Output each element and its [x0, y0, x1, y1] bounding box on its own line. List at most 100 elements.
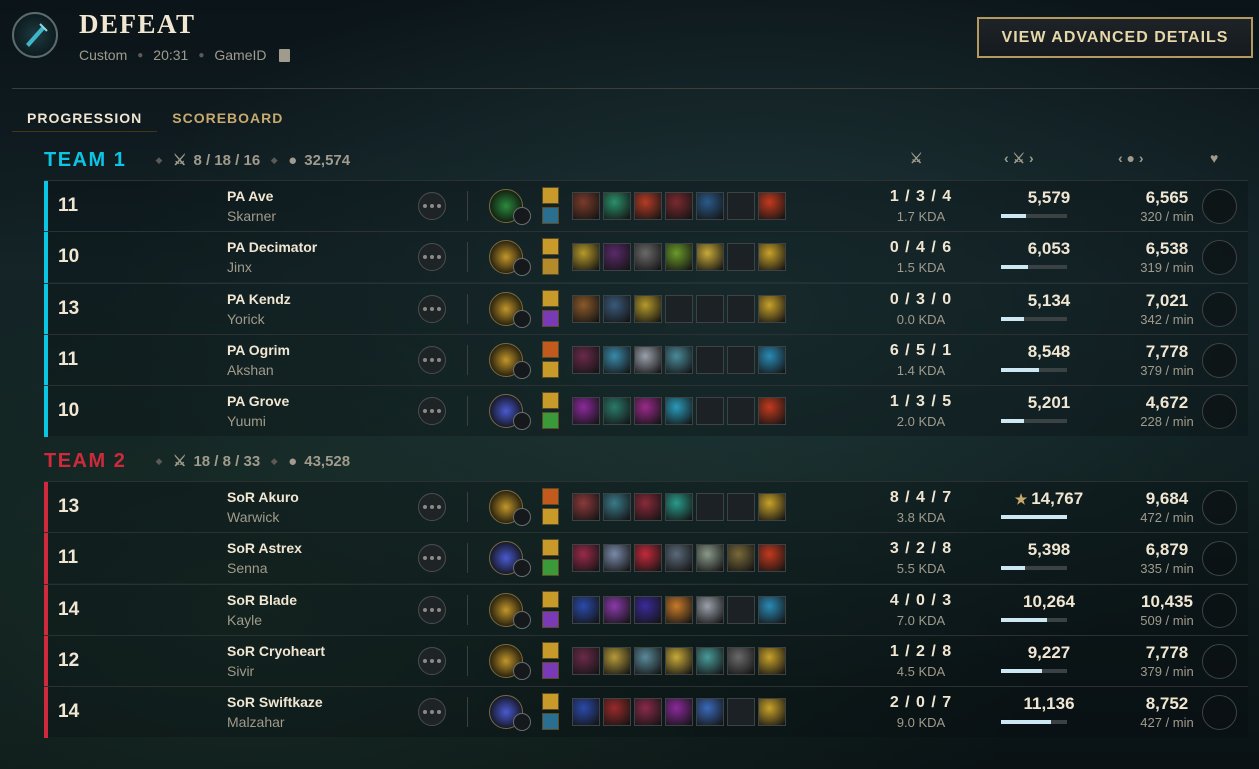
- item-slot-icon[interactable]: [603, 595, 631, 624]
- summoner-spell-icon[interactable]: [542, 488, 559, 505]
- summoner-spell-icon[interactable]: [542, 392, 559, 410]
- summoner-spell-icon[interactable]: [542, 661, 559, 679]
- summoner-spell-icon[interactable]: [542, 412, 559, 430]
- player-name[interactable]: PA Decimator: [227, 239, 317, 255]
- item-slot-icon[interactable]: [572, 294, 600, 323]
- item-slot-icon[interactable]: [603, 646, 631, 675]
- player-name[interactable]: PA Kendz: [227, 291, 291, 307]
- ward-slot-icon[interactable]: [1202, 291, 1237, 327]
- player-name[interactable]: SoR Cryoheart: [227, 643, 325, 659]
- summoner-spell-icon[interactable]: [542, 207, 559, 224]
- player-row[interactable]: 14 SoR Blade Kayle 4 / 0 / 3 7.0 KDA 10,264 10…: [44, 583, 1248, 636]
- item-slot-icon[interactable]: [665, 192, 693, 220]
- trinket-slot-icon[interactable]: [758, 294, 786, 323]
- player-row[interactable]: 13 SoR Akuro Warwick 8 / 4 / 7 3.8 KDA ★ 14,7…: [44, 481, 1248, 533]
- rune-icon[interactable]: [489, 240, 531, 277]
- trinket-slot-icon[interactable]: [758, 345, 786, 374]
- item-slot-icon[interactable]: [727, 243, 755, 272]
- player-name[interactable]: PA Ogrim: [227, 342, 290, 358]
- item-slot-icon[interactable]: [634, 493, 662, 521]
- item-slot-icon[interactable]: [727, 397, 755, 426]
- summoner-spell-icon[interactable]: [542, 559, 559, 577]
- ward-slot-icon[interactable]: [1202, 695, 1237, 731]
- trinket-slot-icon[interactable]: [758, 595, 786, 624]
- copy-icon[interactable]: [278, 48, 290, 62]
- item-slot-icon[interactable]: [603, 493, 631, 521]
- player-row[interactable]: 13 PA Kendz Yorick 0 / 3 / 0 0.0 KDA 5,134 7,0…: [44, 282, 1248, 335]
- item-slot-icon[interactable]: [603, 243, 631, 272]
- item-slot-icon[interactable]: [572, 646, 600, 675]
- item-slot-icon[interactable]: [634, 397, 662, 426]
- summoner-spell-icon[interactable]: [542, 238, 559, 256]
- gold-column-selector[interactable]: ‹ ● ›: [1118, 150, 1144, 166]
- more-options-button[interactable]: [418, 646, 446, 675]
- ward-slot-icon[interactable]: [1202, 240, 1237, 276]
- item-slot-icon[interactable]: [572, 192, 600, 220]
- item-slot-icon[interactable]: [727, 345, 755, 374]
- view-advanced-details-button[interactable]: VIEW ADVANCED DETAILS: [977, 17, 1253, 58]
- item-slot-icon[interactable]: [696, 698, 724, 727]
- secondary-rune-icon[interactable]: [513, 713, 531, 732]
- secondary-rune-icon[interactable]: [513, 309, 531, 328]
- item-slot-icon[interactable]: [603, 397, 631, 426]
- summoner-spell-icon[interactable]: [542, 610, 559, 628]
- more-options-button[interactable]: [418, 595, 446, 624]
- secondary-rune-icon[interactable]: [513, 610, 531, 629]
- item-slot-icon[interactable]: [572, 595, 600, 624]
- more-options-button[interactable]: [418, 544, 446, 573]
- secondary-rune-icon[interactable]: [513, 661, 531, 680]
- more-options-button[interactable]: [418, 493, 446, 521]
- item-slot-icon[interactable]: [603, 544, 631, 573]
- ward-slot-icon[interactable]: [1202, 643, 1237, 679]
- more-options-button[interactable]: [418, 294, 446, 323]
- item-slot-icon[interactable]: [603, 192, 631, 220]
- tab-progression[interactable]: PROGRESSION: [12, 106, 158, 132]
- item-slot-icon[interactable]: [665, 243, 693, 272]
- trinket-slot-icon[interactable]: [758, 646, 786, 675]
- rune-icon[interactable]: [489, 592, 531, 629]
- ward-slot-icon[interactable]: [1202, 394, 1237, 430]
- rune-icon[interactable]: [489, 291, 531, 328]
- trinket-slot-icon[interactable]: [758, 493, 786, 521]
- rune-icon[interactable]: [489, 695, 531, 732]
- more-options-button[interactable]: [418, 243, 446, 272]
- item-slot-icon[interactable]: [665, 544, 693, 573]
- summoner-spell-icon[interactable]: [542, 590, 559, 608]
- item-slot-icon[interactable]: [696, 646, 724, 675]
- summoner-spell-icon[interactable]: [542, 360, 559, 378]
- item-slot-icon[interactable]: [696, 192, 724, 220]
- item-slot-icon[interactable]: [665, 646, 693, 675]
- ward-slot-icon[interactable]: [1202, 541, 1237, 577]
- player-name[interactable]: PA Grove: [227, 393, 289, 409]
- ward-slot-icon[interactable]: [1202, 592, 1237, 628]
- rune-icon[interactable]: [489, 490, 531, 526]
- item-slot-icon[interactable]: [603, 294, 631, 323]
- ward-slot-icon[interactable]: [1202, 342, 1237, 378]
- tab-scoreboard[interactable]: SCOREBOARD: [157, 106, 298, 132]
- item-slot-icon[interactable]: [603, 345, 631, 374]
- summoner-spell-icon[interactable]: [542, 539, 559, 557]
- summoner-spell-icon[interactable]: [542, 289, 559, 307]
- rune-icon[interactable]: [489, 643, 531, 680]
- summoner-spell-icon[interactable]: [542, 340, 559, 358]
- trinket-slot-icon[interactable]: [758, 397, 786, 426]
- summoner-spell-icon[interactable]: [542, 641, 559, 659]
- item-slot-icon[interactable]: [634, 595, 662, 624]
- player-row[interactable]: 11 PA Ogrim Akshan 6 / 5 / 1 1.4 KDA 8,548 7,7…: [44, 333, 1248, 386]
- item-slot-icon[interactable]: [634, 192, 662, 220]
- player-row[interactable]: 14 SoR Swiftkaze Malzahar 2 / 0 / 7 9.0 KDA 1…: [44, 686, 1248, 739]
- rune-icon[interactable]: [489, 189, 531, 225]
- item-slot-icon[interactable]: [634, 544, 662, 573]
- secondary-rune-icon[interactable]: [513, 360, 531, 379]
- item-slot-icon[interactable]: [727, 544, 755, 573]
- secondary-rune-icon[interactable]: [513, 508, 531, 526]
- secondary-rune-icon[interactable]: [513, 412, 531, 431]
- player-name[interactable]: SoR Blade: [227, 592, 297, 608]
- item-slot-icon[interactable]: [727, 595, 755, 624]
- secondary-rune-icon[interactable]: [513, 559, 531, 578]
- item-slot-icon[interactable]: [572, 544, 600, 573]
- rune-icon[interactable]: [489, 342, 531, 379]
- item-slot-icon[interactable]: [634, 294, 662, 323]
- summoner-spell-icon[interactable]: [542, 713, 559, 731]
- item-slot-icon[interactable]: [572, 397, 600, 426]
